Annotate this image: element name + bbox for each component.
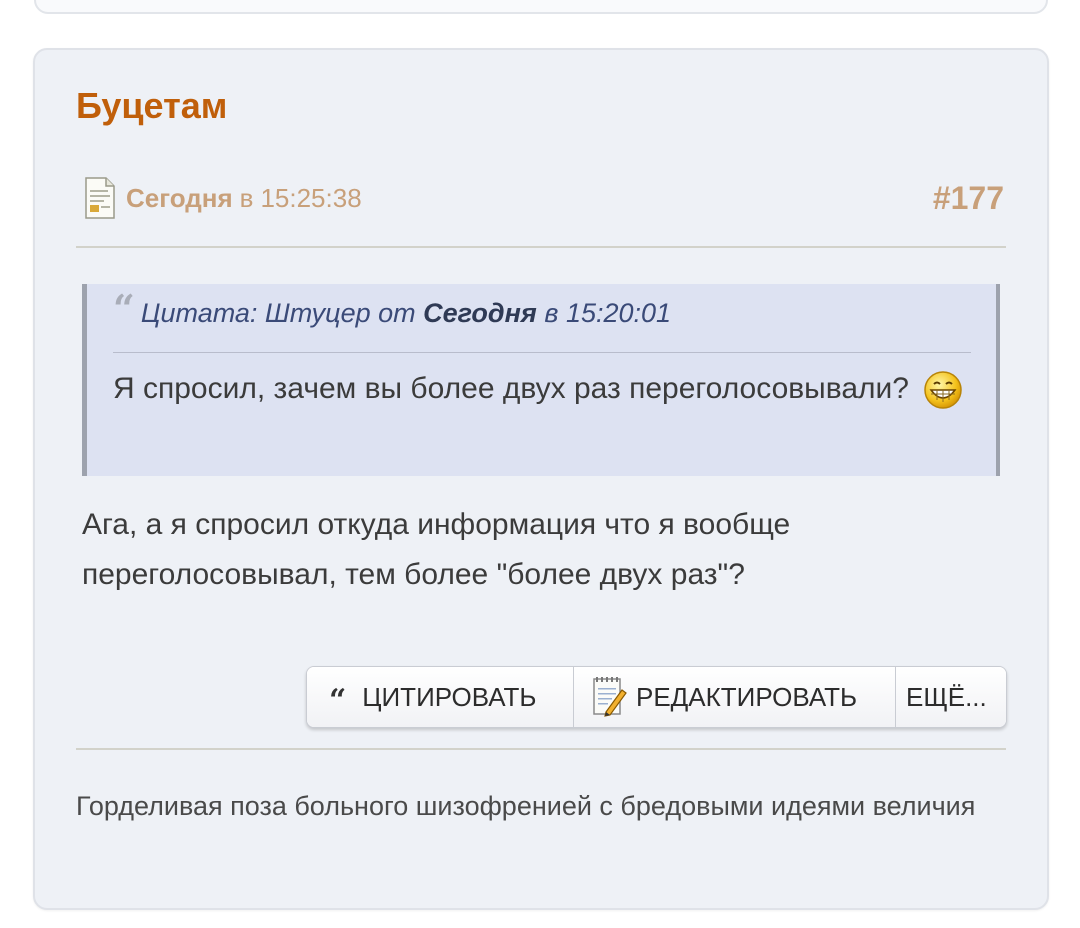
edit-button[interactable]: РЕДАКТИРОВАТЬ	[574, 667, 896, 727]
more-button[interactable]: ЕЩЁ...	[896, 667, 1006, 727]
quote-header[interactable]: “ Цитата: Штуцер от Сегодня в 15:20:01	[113, 286, 672, 331]
edit-button-label: РЕДАКТИРОВАТЬ	[636, 681, 858, 712]
post-body: Ага, а я спросил откуда информация что я…	[82, 508, 791, 591]
post-date[interactable]: Сегодня	[126, 183, 233, 214]
post-time: 15:25:38	[260, 182, 362, 213]
quote-text: Я спросил, зачем вы более двух раз перег…	[113, 372, 909, 405]
post-actions: “ ЦИТИРОВАТЬ РЕДАКТИРОВАТЬ ЕЩЁ...	[306, 666, 1007, 728]
edit-icon	[593, 677, 627, 717]
user-signature: Горделивая поза больного шизофренией с б…	[76, 791, 976, 821]
quote-button-label: ЦИТИРОВАТЬ	[362, 681, 537, 712]
quote-marks-icon: “	[113, 286, 135, 331]
post-meta: Сегодня в 15:25:38	[84, 176, 362, 220]
document-icon	[85, 177, 115, 219]
post-number-link[interactable]: #177	[933, 178, 1004, 218]
quote-icon: “	[329, 682, 347, 718]
post-author[interactable]: Буцетам	[76, 84, 227, 128]
more-button-label: ЕЩЁ...	[906, 681, 987, 712]
quote-date: Сегодня	[423, 298, 537, 328]
quote-button[interactable]: “ ЦИТИРОВАТЬ	[307, 667, 574, 727]
quote-content: Я спросил, зачем вы более двух раз перег…	[113, 364, 973, 414]
grinning-smiley-icon	[924, 371, 963, 409]
quote-divider	[113, 352, 971, 353]
quote-time: в 15:20:01	[544, 298, 672, 328]
header-divider	[76, 246, 1006, 248]
previous-post-card	[34, 0, 1048, 14]
signature-divider	[76, 748, 1006, 750]
quote-block: “ Цитата: Штуцер от Сегодня в 15:20:01 Я…	[82, 284, 1000, 476]
quote-prefix: Цитата: Штуцер от	[140, 298, 416, 328]
post-date-preposition: в	[239, 182, 254, 213]
